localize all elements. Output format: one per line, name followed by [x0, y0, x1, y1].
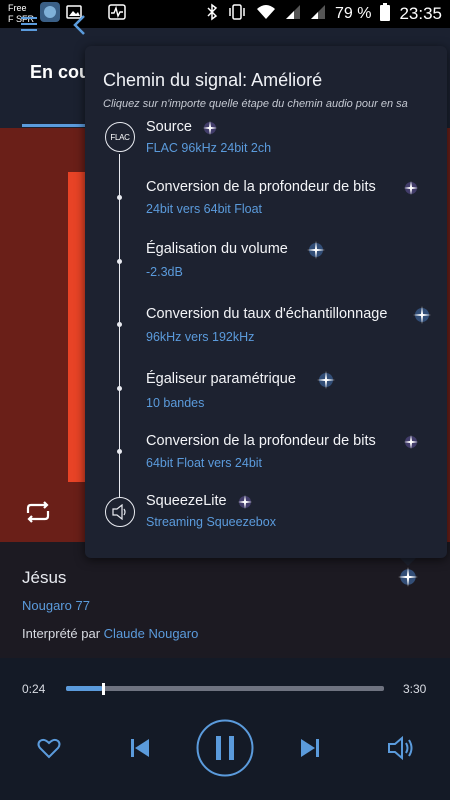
- quality-sparkle-icon: [238, 495, 252, 509]
- app-notification-icon: [40, 1, 60, 27]
- step-bitdepth2-detail: 64bit Float vers 24bit: [146, 456, 263, 470]
- step-bitdepth-detail: 24bit vers 64bit Float: [146, 202, 263, 216]
- step-output-title[interactable]: SqueezeLite: [146, 493, 227, 509]
- step-source-detail: FLAC 96kHz 24bit 2ch: [146, 141, 272, 155]
- popup-subtitle: Cliquez sur n'importe quelle étape du ch…: [103, 98, 408, 110]
- tab-now-playing[interactable]: En cou: [30, 62, 90, 83]
- step-volume-detail: -2.3dB: [146, 265, 183, 279]
- repeat-icon[interactable]: [22, 500, 54, 529]
- carrier-line1: Free: [8, 3, 27, 13]
- popup-title-mode: Amélioré: [251, 70, 323, 90]
- pulse-icon: [108, 3, 126, 25]
- status-bar: Free F SFR 7: [0, 0, 450, 28]
- flac-badge: FLAC: [110, 132, 130, 142]
- play-pause-button[interactable]: [196, 719, 254, 782]
- step-dot: [117, 386, 122, 391]
- elapsed-time: 0:24: [22, 682, 46, 696]
- speaker-icon: [112, 504, 126, 520]
- next-track-icon[interactable]: [300, 738, 320, 763]
- signal-path-popup: Chemin du signal: Amélioré Cliquez sur n…: [85, 46, 447, 558]
- battery-percent: 79 %: [334, 5, 372, 22]
- bluetooth-icon: [206, 3, 218, 26]
- artist-link[interactable]: Claude Nougaro: [104, 626, 199, 641]
- album-art-stripe: [68, 172, 86, 482]
- step-volume-title[interactable]: Égalisation du volume: [146, 241, 288, 257]
- pause-icon: [216, 736, 221, 760]
- status-right: 79 % 23:35: [206, 2, 442, 26]
- performed-by: Interprété par Claude Nougaro: [22, 626, 198, 641]
- quality-sparkle-icon: [317, 371, 335, 389]
- track-title: Jésus: [22, 568, 67, 587]
- step-eq-detail: 10 bandes: [146, 396, 205, 410]
- step-samplerate-title[interactable]: Conversion du taux d'échantillonnage: [146, 306, 387, 322]
- step-dot: [117, 449, 122, 454]
- signal-icon-2: [310, 4, 326, 25]
- volume-icon[interactable]: [387, 735, 415, 766]
- previous-track-icon[interactable]: [130, 738, 150, 763]
- source-node: FLAC: [105, 122, 135, 152]
- quality-sparkle-icon: [307, 241, 325, 259]
- popup-title-prefix: Chemin du signal:: [103, 70, 248, 90]
- total-time: 3:30: [403, 682, 427, 696]
- step-bitdepth2-title[interactable]: Conversion de la profondeur de bits: [146, 433, 376, 449]
- signal-icon-1: [285, 4, 301, 25]
- quality-sparkle-icon: [404, 435, 418, 449]
- wifi-icon: [256, 4, 276, 25]
- performed-by-label: Interprété par: [22, 626, 101, 641]
- seek-progress: [66, 686, 103, 691]
- step-output-detail: Streaming Squeezebox: [146, 515, 276, 529]
- vibrate-icon: [227, 3, 247, 26]
- favorite-heart-icon[interactable]: [37, 737, 61, 764]
- output-node: [105, 497, 135, 527]
- step-samplerate-detail: 96kHz vers 192kHz: [146, 330, 255, 344]
- quality-sparkle-icon: [203, 121, 217, 135]
- step-dot: [117, 322, 122, 327]
- seek-bar[interactable]: [66, 683, 384, 695]
- quality-sparkle-icon: [413, 306, 431, 324]
- step-bitdepth-title[interactable]: Conversion de la profondeur de bits: [146, 179, 376, 195]
- step-eq-title[interactable]: Égaliseur paramétrique: [146, 371, 296, 387]
- tab-indicator: [22, 124, 86, 127]
- battery-icon: [380, 2, 391, 26]
- step-source-title[interactable]: Source: [146, 119, 192, 135]
- clock: 23:35: [399, 4, 442, 23]
- album-link[interactable]: Nougaro 77: [22, 598, 90, 613]
- signal-path-line: [119, 154, 120, 508]
- menu-icon[interactable]: [20, 16, 38, 34]
- step-dot: [117, 195, 122, 200]
- back-icon[interactable]: [72, 14, 86, 41]
- seek-thumb[interactable]: [102, 683, 106, 695]
- screen: Free F SFR 7: [0, 0, 450, 800]
- step-dot: [117, 259, 122, 264]
- quality-sparkle-icon[interactable]: [397, 566, 419, 588]
- popup-title: Chemin du signal: Amélioré: [103, 70, 322, 91]
- quality-sparkle-icon: [404, 181, 418, 195]
